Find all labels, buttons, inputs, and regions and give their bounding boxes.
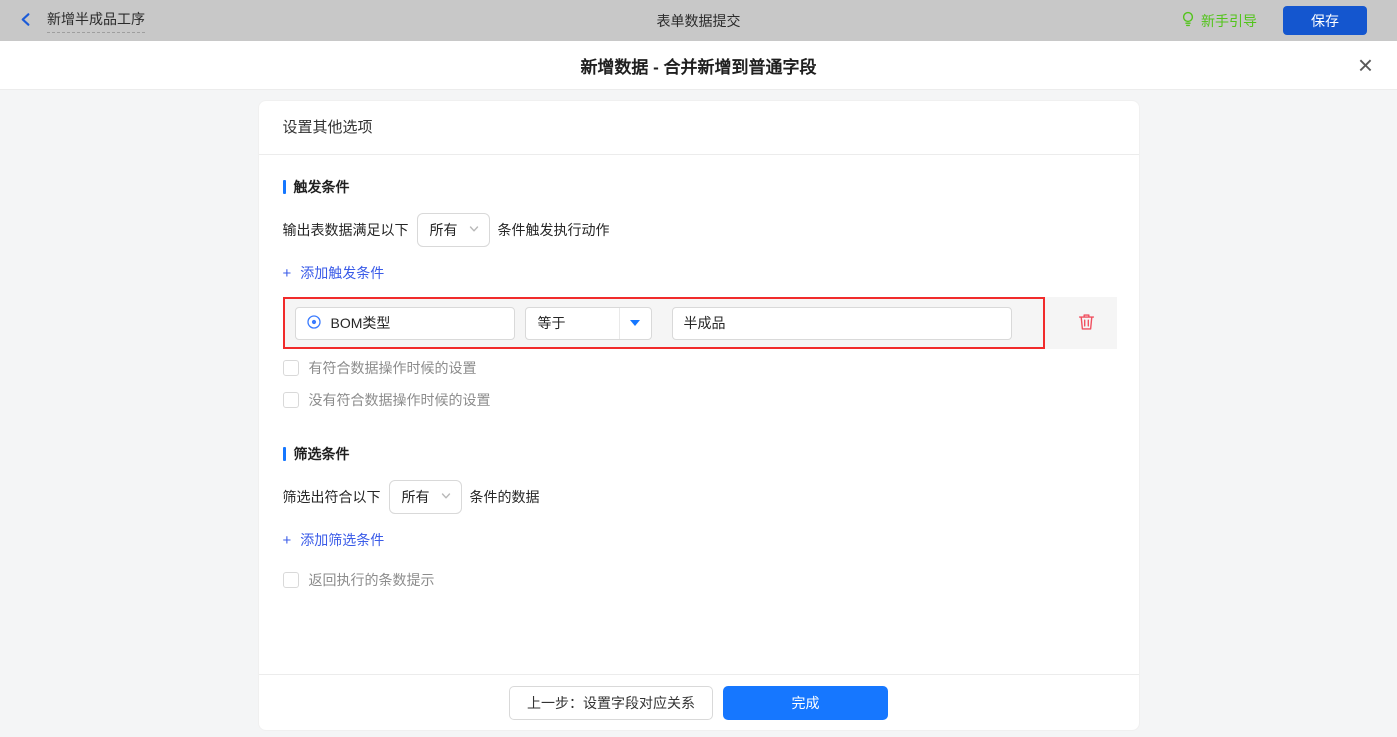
card-content: 触发条件 输出表数据满足以下 所有 条件触发执行动作 (259, 155, 1139, 674)
filter-sentence-prefix: 筛选出符合以下 (283, 487, 381, 507)
card-footer: 上一步：设置字段对应关系 完成 (259, 674, 1139, 730)
modal-body: 设置其他选项 触发条件 输出表数据满足以下 所有 (0, 90, 1397, 737)
chevron-left-icon (18, 11, 35, 31)
section-marker-bar (283, 180, 286, 194)
chevron-down-icon (468, 222, 480, 238)
beginner-guide-label: 新手引导 (1201, 11, 1257, 31)
condition-row: BOM类型 等于 (283, 297, 1117, 349)
return-count-row: 返回执行的条数提示 (283, 570, 1115, 590)
plus-icon: + (283, 532, 292, 549)
add-filter-condition-label: 添加筛选条件 (300, 530, 384, 550)
previous-step-button[interactable]: 上一步：设置字段对应关系 (509, 686, 713, 720)
trigger-sentence: 输出表数据满足以下 所有 条件触发执行动作 (283, 213, 1115, 247)
beginner-guide-link[interactable]: 新手引导 (1181, 11, 1257, 31)
chevron-down-icon (440, 489, 452, 505)
trash-icon (1078, 313, 1095, 334)
save-button[interactable]: 保存 (1283, 6, 1367, 35)
add-trigger-condition-label: 添加触发条件 (300, 263, 384, 283)
section-title-row: 筛选条件 (283, 444, 1115, 464)
topbar: 新增半成品工序 表单数据提交 新手引导 保存 (0, 0, 1397, 41)
done-button[interactable]: 完成 (723, 686, 888, 720)
trigger-sentence-prefix: 输出表数据满足以下 (283, 220, 409, 240)
delete-condition-button[interactable] (1078, 313, 1095, 334)
has-match-setting-checkbox[interactable] (283, 360, 299, 376)
condition-highlight-box: BOM类型 等于 (283, 297, 1045, 349)
condition-operator-value: 等于 (538, 313, 566, 333)
modal-title: 新增数据 - 合并新增到普通字段 (580, 53, 816, 78)
screen: 新增半成品工序 表单数据提交 新手引导 保存 新增数据 - 合并新增到普通字段 … (0, 0, 1397, 737)
trigger-sentence-suffix: 条件触发执行动作 (498, 220, 610, 240)
no-match-setting-label: 没有符合数据操作时候的设置 (309, 390, 491, 410)
filter-sentence: 筛选出符合以下 所有 条件的数据 (283, 480, 1115, 514)
back-button[interactable] (18, 11, 35, 31)
add-trigger-condition-link[interactable]: + 添加触发条件 (283, 263, 385, 283)
has-match-setting-label: 有符合数据操作时候的设置 (309, 358, 477, 378)
card-header-title: 设置其他选项 (259, 101, 1139, 155)
trigger-section-title: 触发条件 (294, 177, 350, 197)
operator-caret-zone[interactable] (619, 308, 651, 339)
filter-match-mode-select[interactable]: 所有 (389, 480, 462, 514)
lightbulb-icon (1181, 11, 1195, 31)
radio-field-icon (306, 314, 322, 333)
close-icon[interactable]: × (1358, 52, 1373, 78)
modal-header: 新增数据 - 合并新增到普通字段 × (0, 41, 1397, 90)
condition-field-select[interactable]: BOM类型 (295, 307, 515, 340)
filter-section-title: 筛选条件 (294, 444, 350, 464)
trigger-match-mode-value: 所有 (430, 220, 458, 240)
no-match-setting-row: 没有符合数据操作时候的设置 (283, 390, 1115, 410)
options-card: 设置其他选项 触发条件 输出表数据满足以下 所有 (258, 100, 1140, 731)
filter-sentence-suffix: 条件的数据 (470, 487, 540, 507)
condition-value-input[interactable] (672, 307, 1012, 340)
no-match-setting-checkbox[interactable] (283, 392, 299, 408)
process-name-label[interactable]: 新增半成品工序 (47, 9, 145, 33)
return-count-label: 返回执行的条数提示 (309, 570, 435, 590)
trigger-conditions-section: 触发条件 输出表数据满足以下 所有 条件触发执行动作 (283, 177, 1115, 410)
filter-conditions-section: 筛选条件 筛选出符合以下 所有 条件的数据 (283, 444, 1115, 590)
topbar-left: 新增半成品工序 (18, 9, 145, 33)
caret-down-icon (630, 320, 640, 326)
page-title: 表单数据提交 (657, 11, 741, 31)
has-match-setting-row: 有符合数据操作时候的设置 (283, 358, 1115, 378)
filter-match-mode-value: 所有 (402, 487, 430, 507)
condition-operator-select[interactable]: 等于 (525, 307, 652, 340)
return-count-checkbox[interactable] (283, 572, 299, 588)
section-marker-bar (283, 447, 286, 461)
topbar-right: 新手引导 保存 (1181, 6, 1367, 35)
plus-icon: + (283, 265, 292, 282)
add-filter-condition-link[interactable]: + 添加筛选条件 (283, 530, 385, 550)
trigger-match-mode-select[interactable]: 所有 (417, 213, 490, 247)
section-title-row: 触发条件 (283, 177, 1115, 197)
condition-field-value: BOM类型 (331, 313, 391, 333)
